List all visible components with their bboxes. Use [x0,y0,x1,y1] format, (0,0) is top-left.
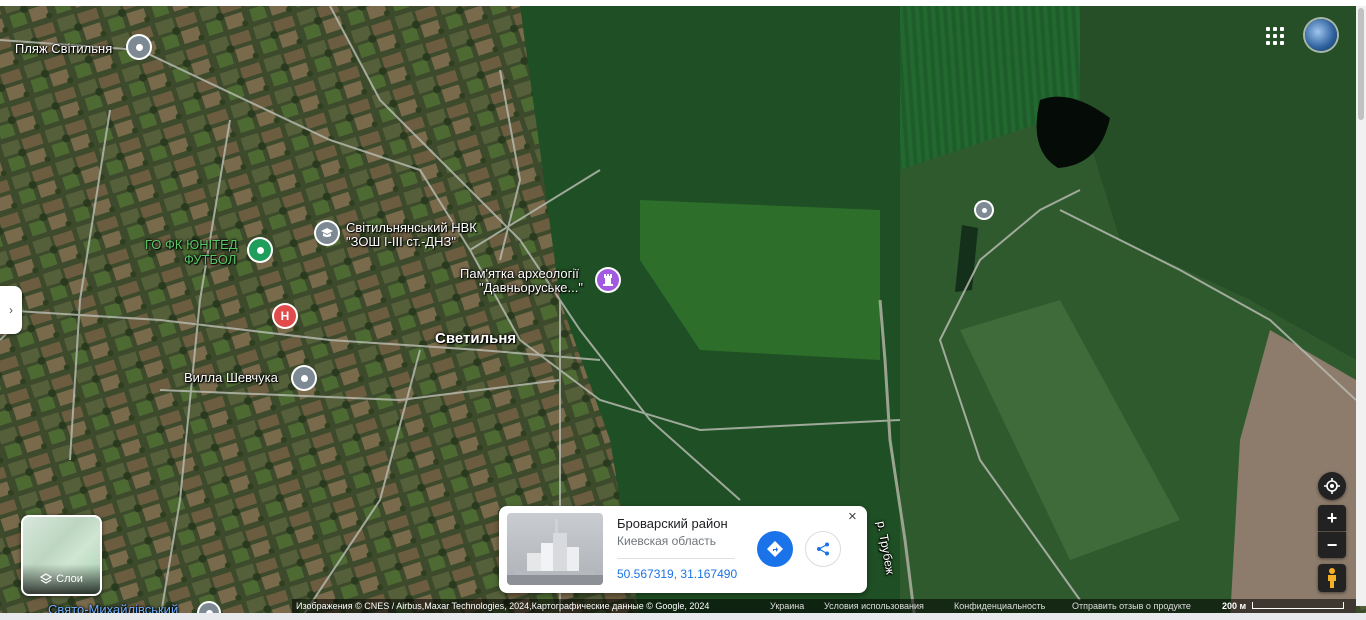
place-label-school-line2[interactable]: "ЗОШ І-ІІІ ст.-ДНЗ" [346,235,456,249]
place-info-card[interactable]: Броварский район Киевская область 50.567… [499,506,867,593]
place-coordinates[interactable]: 50.567319, 31.167490 [617,567,737,581]
scale-label[interactable]: 200 м [1222,599,1246,613]
scale-bar[interactable] [1252,602,1344,609]
hospital-h-icon: H [280,309,290,323]
place-label-fk-line1[interactable]: ГО ФК ЮНІТЕД [145,238,238,252]
zoom-out-button[interactable]: − [1318,532,1346,558]
village-label[interactable]: Светильня [435,331,516,346]
card-divider [617,558,735,559]
globe-avatar-icon[interactable] [1305,19,1337,51]
pegman-button[interactable] [1318,564,1346,592]
directions-button[interactable] [757,531,793,567]
layers-label: Слои [56,573,83,585]
chevron-right-icon: › [9,303,13,317]
place-label-school-line1[interactable]: Світильнянський НВК [346,221,477,235]
feedback-link[interactable]: Отправить отзыв о продукте [1072,599,1191,613]
place-title: Броварский район [617,516,728,531]
expand-side-panel-button[interactable]: › [0,286,22,334]
zoom-in-button[interactable]: + [1318,505,1346,531]
place-label-fk-line2[interactable]: ФУТБОЛ [184,253,236,267]
bottom-edge [0,613,1366,620]
beach-pin-icon[interactable] [128,36,150,58]
pegman-icon [1328,568,1336,588]
my-location-icon [1324,478,1340,494]
monument-pin-icon[interactable] [597,269,619,291]
share-icon [817,542,829,556]
share-button[interactable] [805,531,841,567]
place-region: Киевская область [617,534,717,548]
attribution-text: Изображения © CNES / Airbus,Maxar Techno… [296,601,710,611]
directions-icon [767,541,783,557]
place-label-villa[interactable]: Вилла Шевчука [184,371,278,385]
apps-grid-icon[interactable] [1266,27,1284,45]
layers-icon [40,573,53,584]
place-label-plyazh[interactable]: Пляж Світильня [15,42,112,56]
school-pin-icon[interactable] [316,222,338,244]
sports-pin-icon[interactable] [249,239,271,261]
graduation-cap-icon [321,228,333,237]
map-footer: Изображения © CNES / Airbus,Maxar Techno… [292,599,1356,613]
close-card-button[interactable]: × [848,508,857,525]
villa-pin-icon[interactable] [293,367,315,389]
top-edge [0,0,1366,6]
hospital-pin-icon[interactable]: H [274,305,296,327]
scrollbar-thumb[interactable] [1358,8,1364,120]
my-location-button[interactable] [1318,472,1346,500]
castle-icon [603,274,613,286]
layers-button[interactable]: Слои [21,515,102,596]
layers-caption: Слои [23,564,100,594]
building-photo-icon [507,519,603,585]
country-link[interactable]: Украина [770,599,804,613]
scrollbar[interactable] [1356,6,1366,606]
place-label-pamyatka-line1[interactable]: Пам'ятка археології [460,267,579,281]
place-photo[interactable] [507,513,603,585]
place-label-pamyatka-line2[interactable]: "Давньоруське..." [479,281,583,295]
unnamed-pin-icon[interactable] [976,202,992,218]
privacy-link[interactable]: Конфиденциальность [954,599,1045,613]
terms-link[interactable]: Условия использования [824,599,924,613]
